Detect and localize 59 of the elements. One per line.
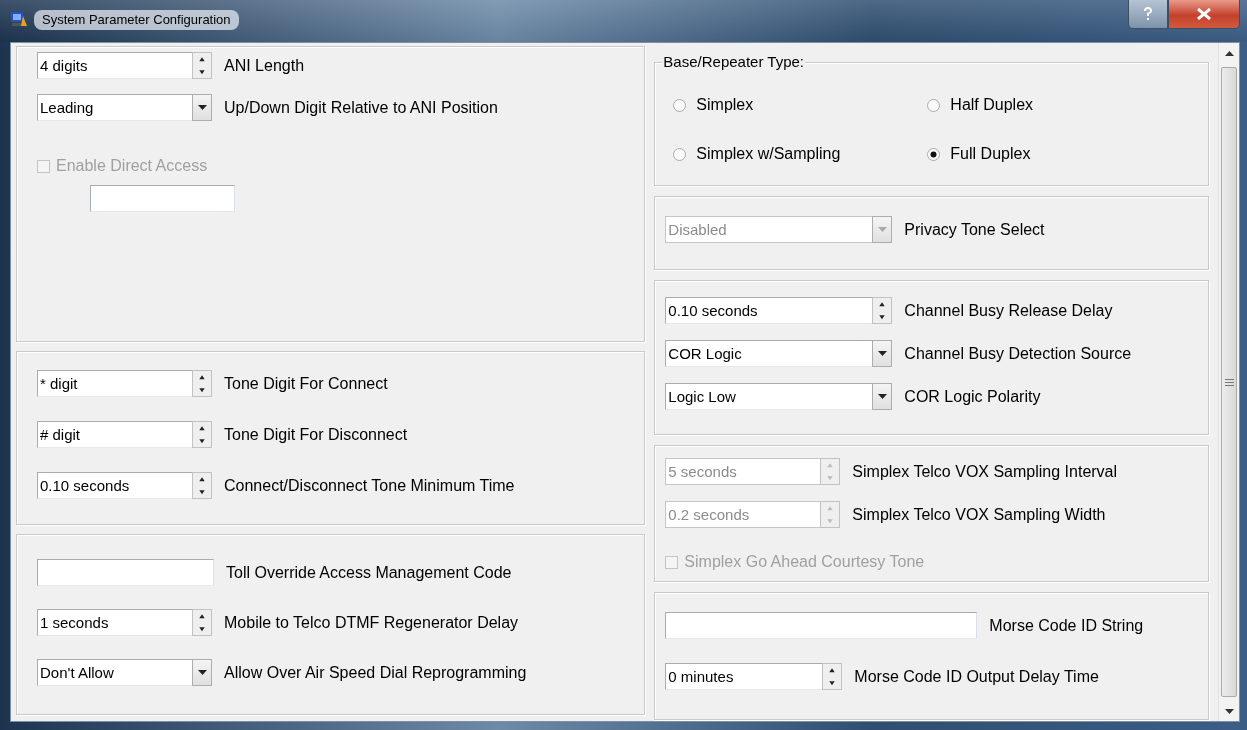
close-icon[interactable] bbox=[1197, 8, 1211, 20]
field-label: Channel Busy Release Delay bbox=[904, 300, 1113, 321]
spinner-arrows-icon[interactable] bbox=[872, 297, 893, 324]
field-label: Morse Code ID String bbox=[989, 615, 1144, 636]
spinner-arrows-icon[interactable] bbox=[192, 472, 212, 499]
spinner-arrows-icon[interactable] bbox=[192, 609, 212, 636]
group-title: Base/Repeater Type: bbox=[662, 53, 805, 71]
field-label: Simplex Telco VOX Sampling Interval bbox=[852, 461, 1118, 482]
spinner-arrows-icon[interactable] bbox=[192, 421, 212, 448]
field-label: Tone Digit For Disconnect bbox=[224, 424, 408, 445]
input-field[interactable] bbox=[665, 612, 978, 639]
spinner-arrows-icon[interactable] bbox=[192, 52, 212, 79]
dropdown-arrow-icon[interactable] bbox=[877, 351, 887, 356]
field-label: Tone Digit For Connect bbox=[224, 373, 388, 394]
radio-button[interactable]: Full Duplex bbox=[927, 142, 1178, 166]
dropdown[interactable]: Logic Low bbox=[665, 383, 893, 410]
dropdown-arrow-icon[interactable] bbox=[877, 394, 887, 399]
field-label: Simplex Telco VOX Sampling Width bbox=[852, 504, 1106, 525]
spin-box[interactable]: 4 digits bbox=[37, 52, 212, 79]
spinner-arrows-icon[interactable] bbox=[822, 663, 843, 690]
input-field[interactable] bbox=[90, 185, 235, 212]
field-label: Connect/Disconnect Tone Minimum Time bbox=[224, 475, 515, 496]
app-icon bbox=[10, 10, 28, 28]
input-field[interactable] bbox=[37, 559, 214, 586]
spin-box[interactable]: 1 seconds bbox=[37, 609, 212, 636]
field-label: Channel Busy Detection Source bbox=[904, 343, 1132, 364]
spin-box[interactable]: 0 minutes bbox=[665, 663, 843, 690]
dropdown[interactable]: Leading bbox=[37, 94, 212, 121]
radio-icon[interactable] bbox=[673, 98, 687, 112]
radio-button[interactable]: Half Duplex bbox=[927, 93, 1178, 117]
radio-icon[interactable] bbox=[927, 147, 941, 161]
radio-icon[interactable] bbox=[673, 147, 687, 161]
field-label: Privacy Tone Select bbox=[904, 219, 1045, 240]
help-button[interactable] bbox=[1128, 0, 1168, 29]
dropdown-arrow-icon[interactable] bbox=[197, 670, 207, 675]
field-label: COR Logic Polarity bbox=[904, 386, 1041, 407]
field-label: Mobile to Telco DTMF Regenerator Delay bbox=[224, 612, 519, 633]
spin-box[interactable]: # digit bbox=[37, 421, 212, 448]
scroll-down-icon[interactable] bbox=[1224, 708, 1234, 714]
scroll-up-icon[interactable] bbox=[1224, 50, 1234, 56]
close-button[interactable] bbox=[1168, 0, 1240, 29]
dropdown-arrow-icon[interactable] bbox=[197, 105, 207, 110]
field-label: Up/Down Digit Relative to ANI Position bbox=[224, 97, 498, 118]
radio-icon[interactable] bbox=[927, 98, 941, 112]
window-title: System Parameter Configuration bbox=[34, 10, 239, 30]
radio-button[interactable]: Simplex bbox=[673, 93, 928, 117]
spin-box[interactable]: * digit bbox=[37, 370, 212, 397]
radio-button[interactable]: Simplex w/Sampling bbox=[673, 142, 928, 166]
field-label: Morse Code ID Output Delay Time bbox=[854, 666, 1099, 687]
spin-box[interactable]: 0.10 seconds bbox=[37, 472, 212, 499]
scroll-thumb[interactable] bbox=[1221, 67, 1237, 697]
vertical-scrollbar[interactable] bbox=[1218, 43, 1239, 721]
dropdown[interactable]: COR Logic bbox=[665, 340, 893, 367]
spin-box[interactable]: 0.10 seconds bbox=[665, 297, 893, 324]
field-label: Toll Override Access Management Code bbox=[226, 562, 512, 583]
field-label: Allow Over Air Speed Dial Reprogramming bbox=[224, 662, 527, 683]
dropdown[interactable]: Don't Allow bbox=[37, 659, 212, 686]
field-label: ANI Length bbox=[224, 55, 305, 76]
spinner-arrows-icon[interactable] bbox=[192, 370, 212, 397]
